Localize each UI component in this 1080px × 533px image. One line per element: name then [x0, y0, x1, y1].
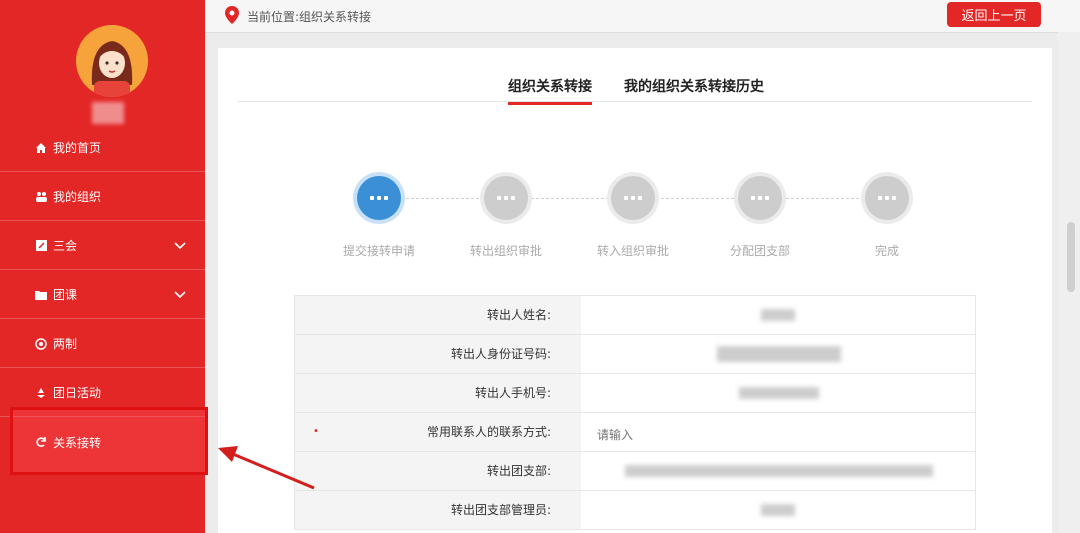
phone-value [581, 374, 975, 412]
step-1-label: 提交接转申请 [342, 244, 415, 258]
scroll-thumb[interactable] [1067, 222, 1075, 292]
avatar-icon [76, 25, 148, 97]
contact-input[interactable] [595, 427, 749, 443]
sidebar: 我的首页 我的组织 三会 团课 两制 团日活动 关系接转 [0, 0, 208, 533]
scrollbar[interactable] [1058, 32, 1080, 533]
chevron-down-icon[interactable] [173, 287, 187, 301]
breadcrumb: 当前位置:组织关系转接 [247, 10, 372, 24]
recycle-icon [34, 386, 48, 400]
target-icon [34, 337, 48, 351]
step-3-circle [611, 176, 655, 220]
step-4-circle [738, 176, 782, 220]
sidebar-item-relation-transfer[interactable]: 关系接转 [0, 418, 205, 466]
form-row: 转出团支部: [295, 452, 975, 491]
sidebar-item-label: 我的组织 [53, 190, 102, 204]
dots-icon [370, 196, 388, 200]
transfer-form: 转出人姓名: 转出人身份证号码: 转出人手机号: • 常用联系人的联系方式: 转… [294, 295, 976, 530]
id-number-value [581, 335, 975, 373]
edit-icon [34, 239, 48, 253]
step-2-circle [484, 176, 528, 220]
step-2-label: 转出组织审批 [469, 244, 542, 258]
username-blurred [92, 102, 124, 124]
step-5-circle [865, 176, 909, 220]
dots-icon [624, 196, 642, 200]
form-label-required: • 常用联系人的联系方式: [295, 413, 581, 451]
dots-icon [751, 196, 769, 200]
tab-bar: 组织关系转接 我的组织关系转接历史 [238, 48, 1032, 105]
back-button[interactable]: 返回上一页 [947, 2, 1041, 27]
form-label: 转出人身份证号码: [295, 335, 581, 373]
home-icon [34, 141, 48, 155]
sidebar-item-label: 关系接转 [53, 435, 102, 450]
form-label: 转出人姓名: [295, 296, 581, 334]
folder-icon [34, 288, 48, 302]
avatar[interactable] [76, 25, 148, 97]
arrow-annotation-icon [218, 446, 315, 490]
steps-connector [401, 198, 909, 199]
step-4-label: 分配团支部 [729, 244, 790, 258]
refresh-icon [34, 435, 48, 449]
sidebar-item-my-org[interactable]: 我的组织 [0, 173, 205, 221]
form-label: 转出团支部管理员: [295, 491, 581, 529]
sidebar-item-two-systems[interactable]: 两制 [0, 320, 205, 368]
tab-relation-transfer[interactable]: 组织关系转接 [508, 76, 592, 105]
step-1-circle [357, 176, 401, 220]
form-row: 转出人身份证号码: [295, 335, 975, 374]
branch-admin-value [581, 491, 975, 529]
sidebar-item-label: 我的首页 [53, 141, 102, 155]
branch-value [581, 452, 975, 490]
sidebar-item-label: 三会 [53, 239, 78, 253]
form-label: 转出团支部: [295, 452, 581, 490]
name-value [581, 296, 975, 334]
form-row: 转出人手机号: [295, 374, 975, 413]
step-3-label: 转入组织审批 [596, 244, 669, 258]
form-row: • 常用联系人的联系方式: [295, 413, 975, 452]
top-bar: 当前位置:组织关系转接 返回上一页 [205, 0, 1080, 33]
main-panel: 组织关系转接 我的组织关系转接历史 提交接转申请 转出组织审批 转入组织审批 分… [218, 48, 1052, 533]
chevron-down-icon[interactable] [173, 238, 187, 252]
sidebar-item-home[interactable]: 我的首页 [0, 124, 205, 172]
dots-icon [497, 196, 515, 200]
sidebar-item-label: 团日活动 [53, 386, 102, 400]
sidebar-item-three-meetings[interactable]: 三会 [0, 222, 205, 270]
step-5-label: 完成 [874, 244, 899, 258]
group-icon [34, 190, 48, 204]
sidebar-item-league-class[interactable]: 团课 [0, 271, 205, 319]
location-pin-icon [225, 6, 239, 24]
contact-label: 常用联系人的联系方式: [426, 425, 551, 439]
tab-transfer-history[interactable]: 我的组织关系转接历史 [624, 76, 764, 96]
form-label: 转出人手机号: [295, 374, 581, 412]
form-row: 转出人姓名: [295, 296, 975, 335]
sidebar-item-label: 两制 [53, 337, 78, 351]
sidebar-item-label: 团课 [53, 288, 78, 302]
form-row: 转出团支部管理员: [295, 491, 975, 530]
dots-icon [878, 196, 896, 200]
contact-field-cell [581, 413, 975, 451]
